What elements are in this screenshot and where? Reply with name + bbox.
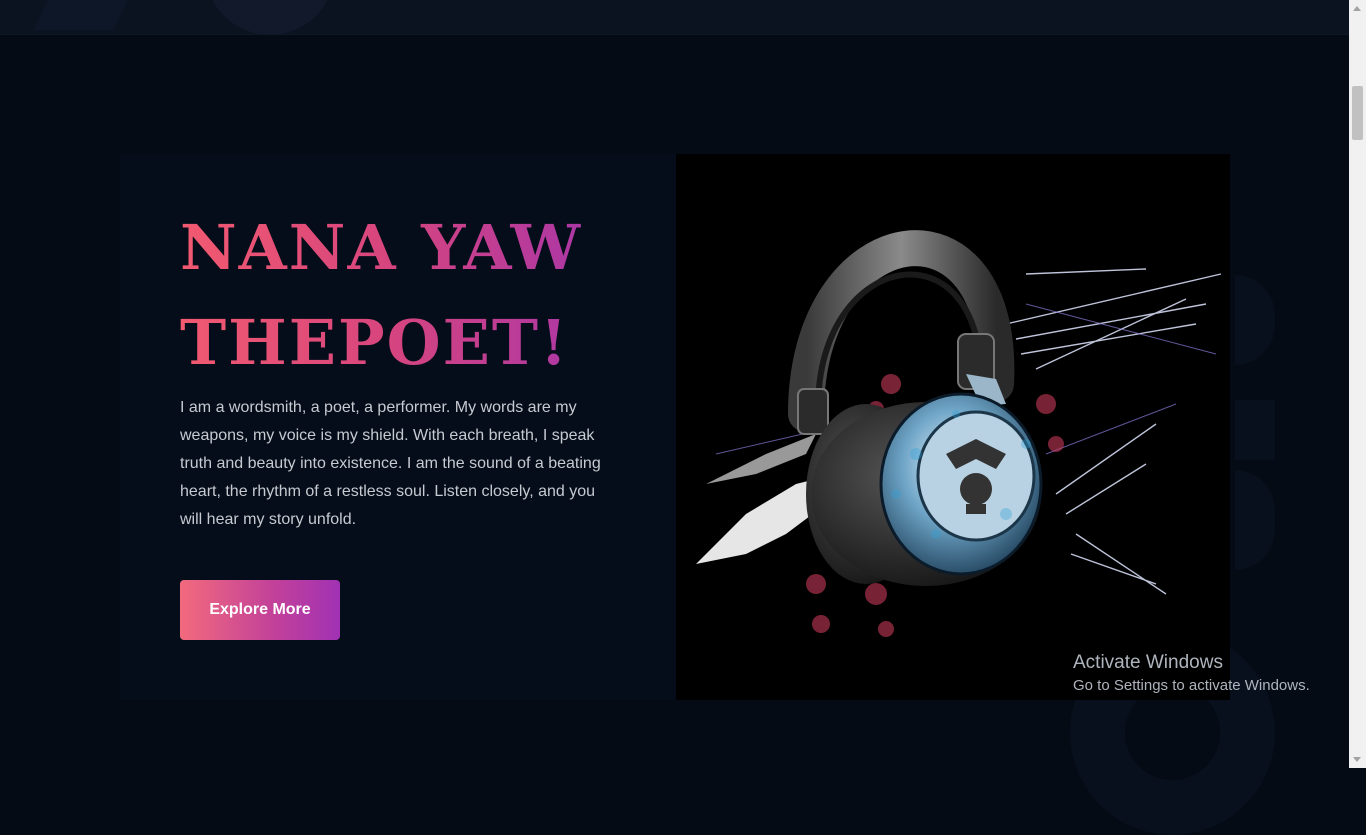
background-shape [1235, 470, 1275, 570]
scroll-up-arrow-icon[interactable] [1353, 6, 1361, 11]
decorative-circle [205, 0, 335, 34]
watermark-title: Activate Windows [1073, 652, 1223, 673]
headphones-image [676, 154, 1230, 700]
hero-description: I am a wordsmith, a poet, a performer. M… [180, 399, 601, 528]
watermark-subtitle: Go to Settings to activate Windows. [1073, 677, 1310, 694]
explore-more-button[interactable]: Explore More [180, 580, 340, 640]
vertical-scrollbar[interactable] [1349, 0, 1366, 768]
background-shape [1235, 400, 1275, 460]
background-shape [1235, 275, 1275, 365]
top-navbar [0, 0, 1349, 35]
windows-activation-watermark: Activate Windows Go to Settings to activ… [1073, 652, 1310, 696]
scroll-thumb[interactable] [1352, 86, 1363, 140]
decorative-shape [33, 0, 147, 30]
scroll-down-arrow-icon[interactable] [1353, 757, 1361, 762]
hero-title: NANA YAW THEPOET! [180, 200, 640, 390]
